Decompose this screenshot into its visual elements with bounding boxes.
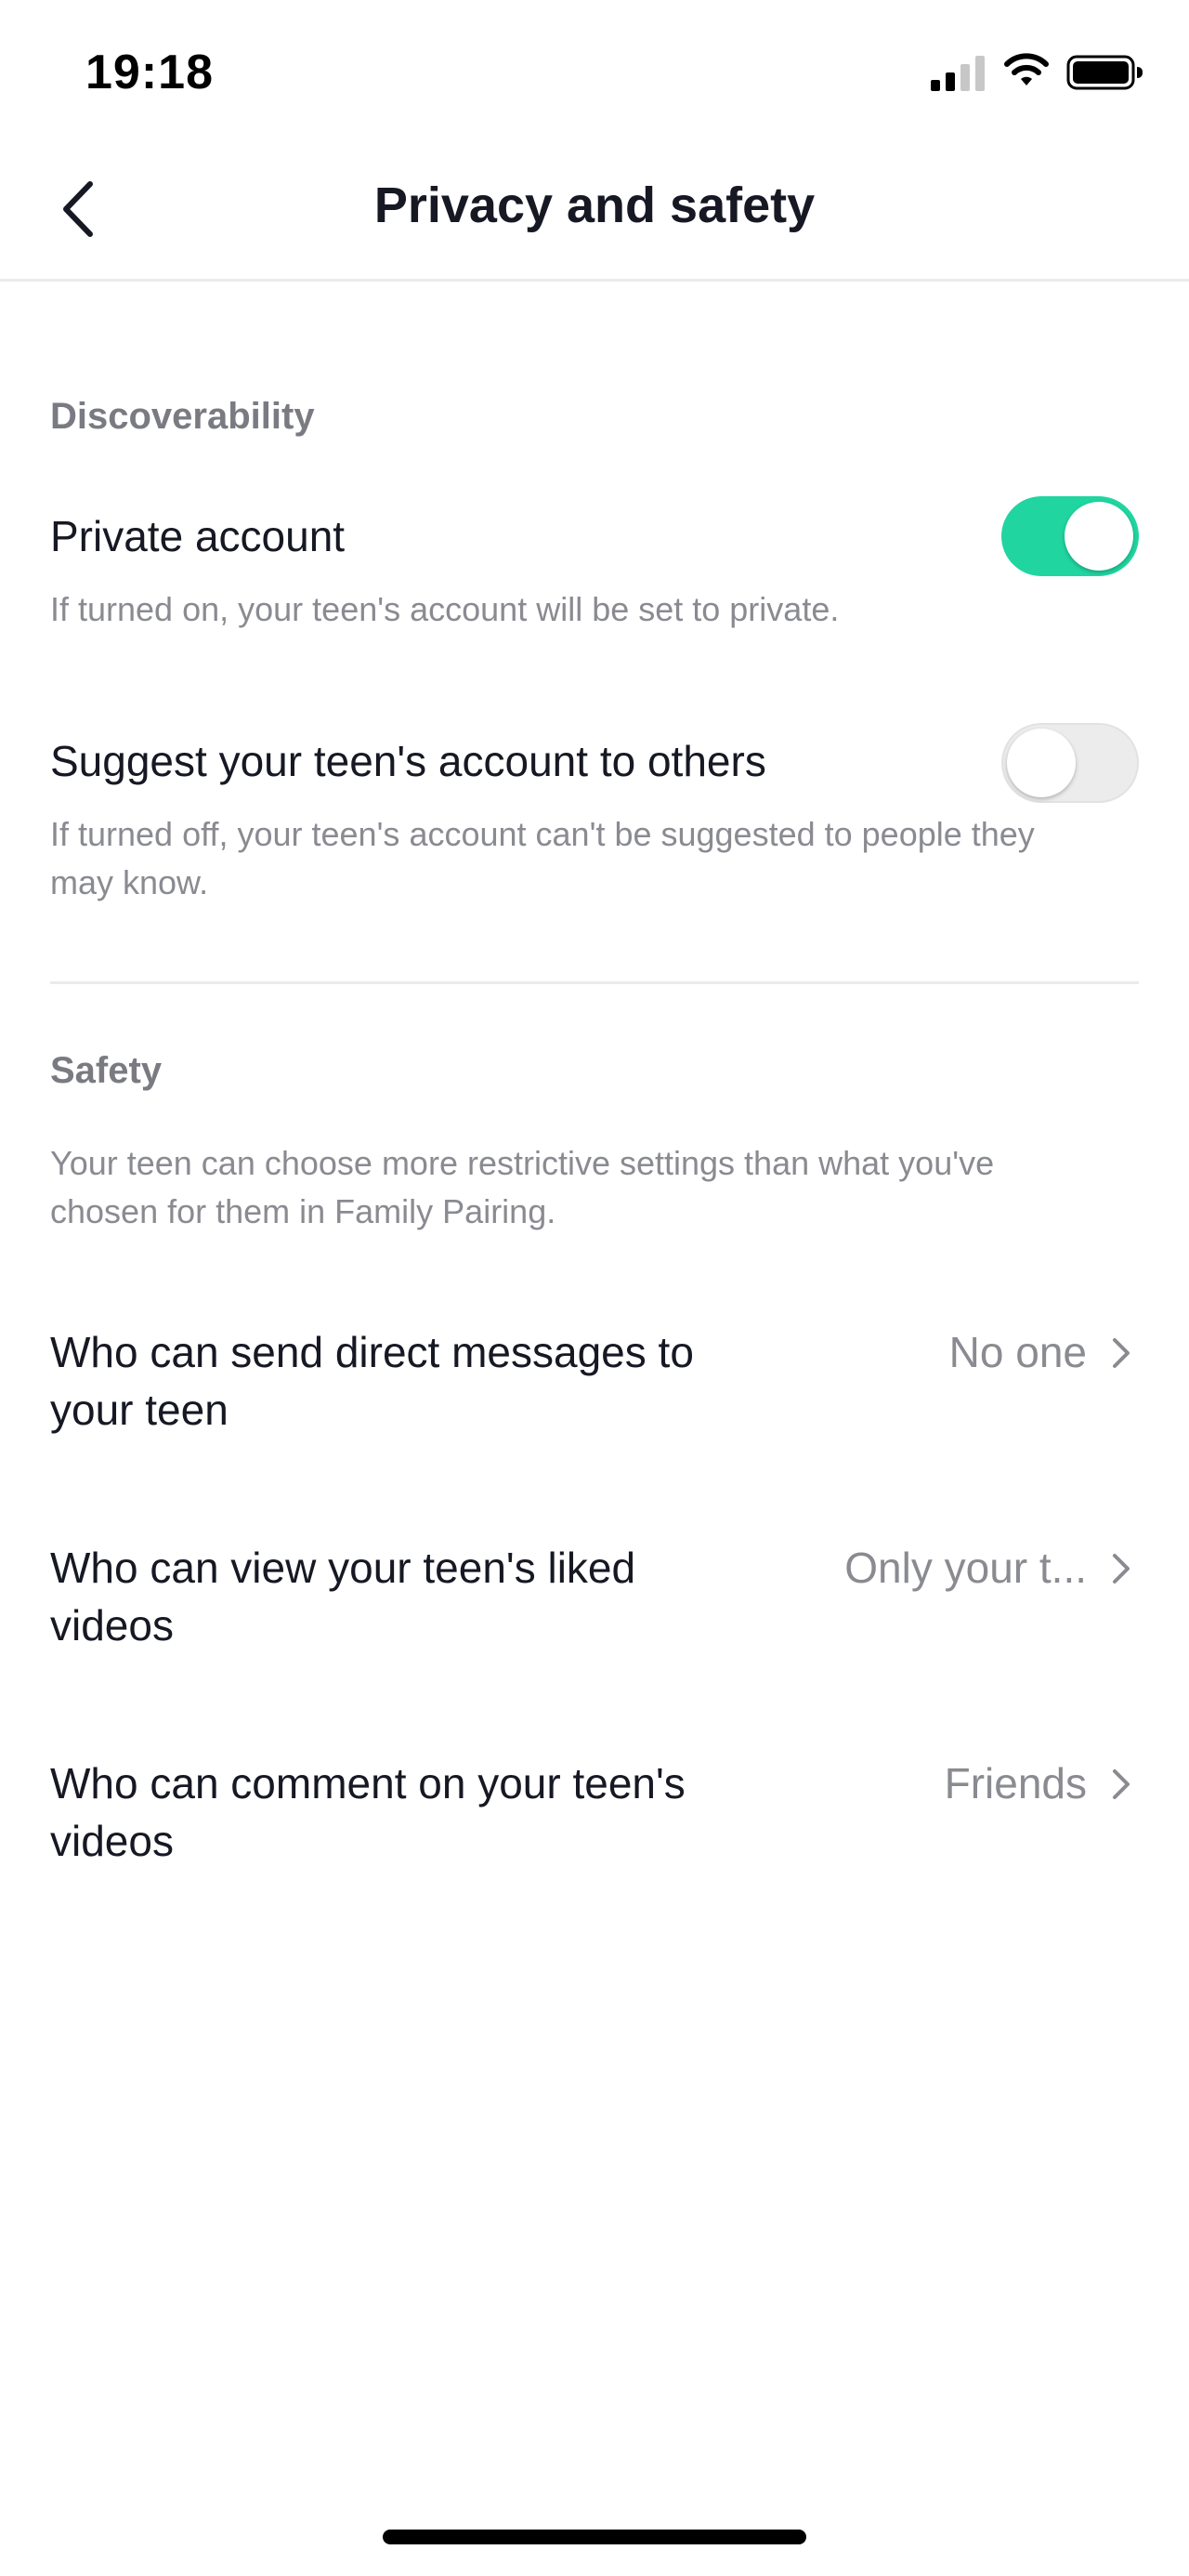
setting-label: Who can send direct messages to your tee… — [50, 1328, 694, 1434]
status-time: 19:18 — [85, 46, 214, 99]
suggest-account-title: Suggest your teen's account to others — [50, 737, 766, 785]
section-divider — [50, 981, 1139, 984]
chevron-right-icon — [1113, 1769, 1130, 1799]
section-header-safety: Safety — [50, 1050, 163, 1091]
chevron-right-icon — [1113, 1338, 1130, 1368]
section-header-discoverability: Discoverability — [50, 396, 315, 437]
setting-value: Friends — [944, 1759, 1087, 1807]
setting-label: Who can view your teen's liked videos — [50, 1544, 636, 1649]
setting-row-comments[interactable]: Who can comment on your teen's videos Fr… — [0, 1755, 1189, 1903]
setting-row-liked-videos[interactable]: Who can view your teen's liked videos On… — [0, 1539, 1189, 1688]
navigation-bar: Privacy and safety — [0, 139, 1189, 282]
setting-value: Only your t... — [844, 1544, 1087, 1592]
setting-row-direct-messages[interactable]: Who can send direct messages to your tee… — [0, 1323, 1189, 1472]
safety-description: Your teen can choose more restrictive se… — [50, 1144, 995, 1230]
wifi-icon — [1004, 53, 1049, 85]
suggest-account-toggle[interactable] — [1001, 723, 1139, 803]
private-account-description: If turned on, your teen's account will b… — [50, 590, 840, 628]
toggle-knob — [1007, 729, 1076, 797]
toggle-knob — [1065, 502, 1133, 571]
chevron-right-icon — [1113, 1554, 1130, 1584]
status-bar: 19:18 — [0, 0, 1189, 139]
battery-icon — [1066, 55, 1143, 90]
private-account-toggle[interactable] — [1001, 496, 1139, 576]
cellular-signal-icon — [931, 56, 985, 91]
home-indicator — [383, 2530, 806, 2544]
page-title: Privacy and safety — [373, 177, 816, 233]
private-account-title: Private account — [50, 512, 346, 560]
suggest-account-description: If turned off, your teen's account can't… — [50, 815, 1035, 901]
setting-value: No one — [948, 1328, 1087, 1376]
setting-label: Who can comment on your teen's videos — [50, 1759, 686, 1865]
